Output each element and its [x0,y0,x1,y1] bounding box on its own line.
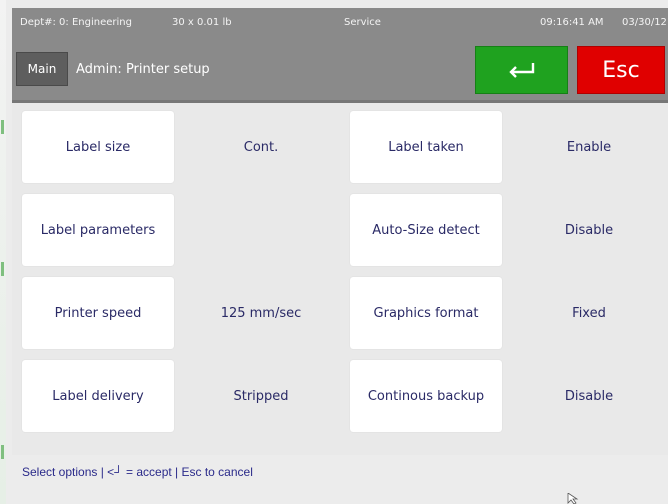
screen: Dept#: 0: Engineering 30 x 0.01 lb Servi… [0,0,668,504]
printer-speed-button[interactable]: Printer speed [22,277,174,349]
label-parameters-button[interactable]: Label parameters [22,194,174,266]
time-text: 09:16:41 AM [540,17,604,28]
auto-size-detect-value: Disable [564,222,614,238]
edge-marker [1,120,4,134]
scale-capacity-text: 30 x 0.01 lb [172,17,232,28]
esc-button[interactable]: Esc [577,46,665,94]
label-delivery-button[interactable]: Label delivery [22,360,174,432]
enter-arrow-icon [508,63,534,78]
auto-size-detect-button[interactable]: Auto-Size detect [350,194,502,266]
title-bar: Main Admin: Printer setup Esc [12,38,668,103]
label-parameters-value [186,194,336,266]
status-bar: Dept#: 0: Engineering 30 x 0.01 lb Servi… [12,8,668,38]
left-edge-strip [0,0,6,504]
graphics-format-button[interactable]: Graphics format [350,277,502,349]
mode-text: Service [344,17,381,28]
department-text: Dept#: 0: Engineering [20,17,132,28]
continous-backup-value: Disable [564,388,614,404]
label-delivery-value: Stripped [233,388,289,404]
mouse-cursor-icon [567,493,579,504]
date-text: 03/30/12 [622,17,667,28]
edge-marker [1,445,4,459]
page-title: Admin: Printer setup [76,62,210,77]
printer-speed-value: 125 mm/sec [220,305,302,321]
label-taken-button[interactable]: Label taken [350,111,502,183]
continous-backup-button[interactable]: Continous backup [350,360,502,432]
graphics-format-value: Fixed [572,305,606,321]
label-size-button[interactable]: Label size [22,111,174,183]
accept-button[interactable] [475,46,568,94]
instruction-hint: Select options | <┘ = accept | Esc to ca… [22,465,253,479]
label-taken-value: Enable [566,139,612,155]
main-button[interactable]: Main [16,52,68,86]
label-size-value: Cont. [243,139,279,155]
options-panel: Label size Cont. Label parameters Printe… [12,103,668,455]
edge-marker [1,262,4,276]
